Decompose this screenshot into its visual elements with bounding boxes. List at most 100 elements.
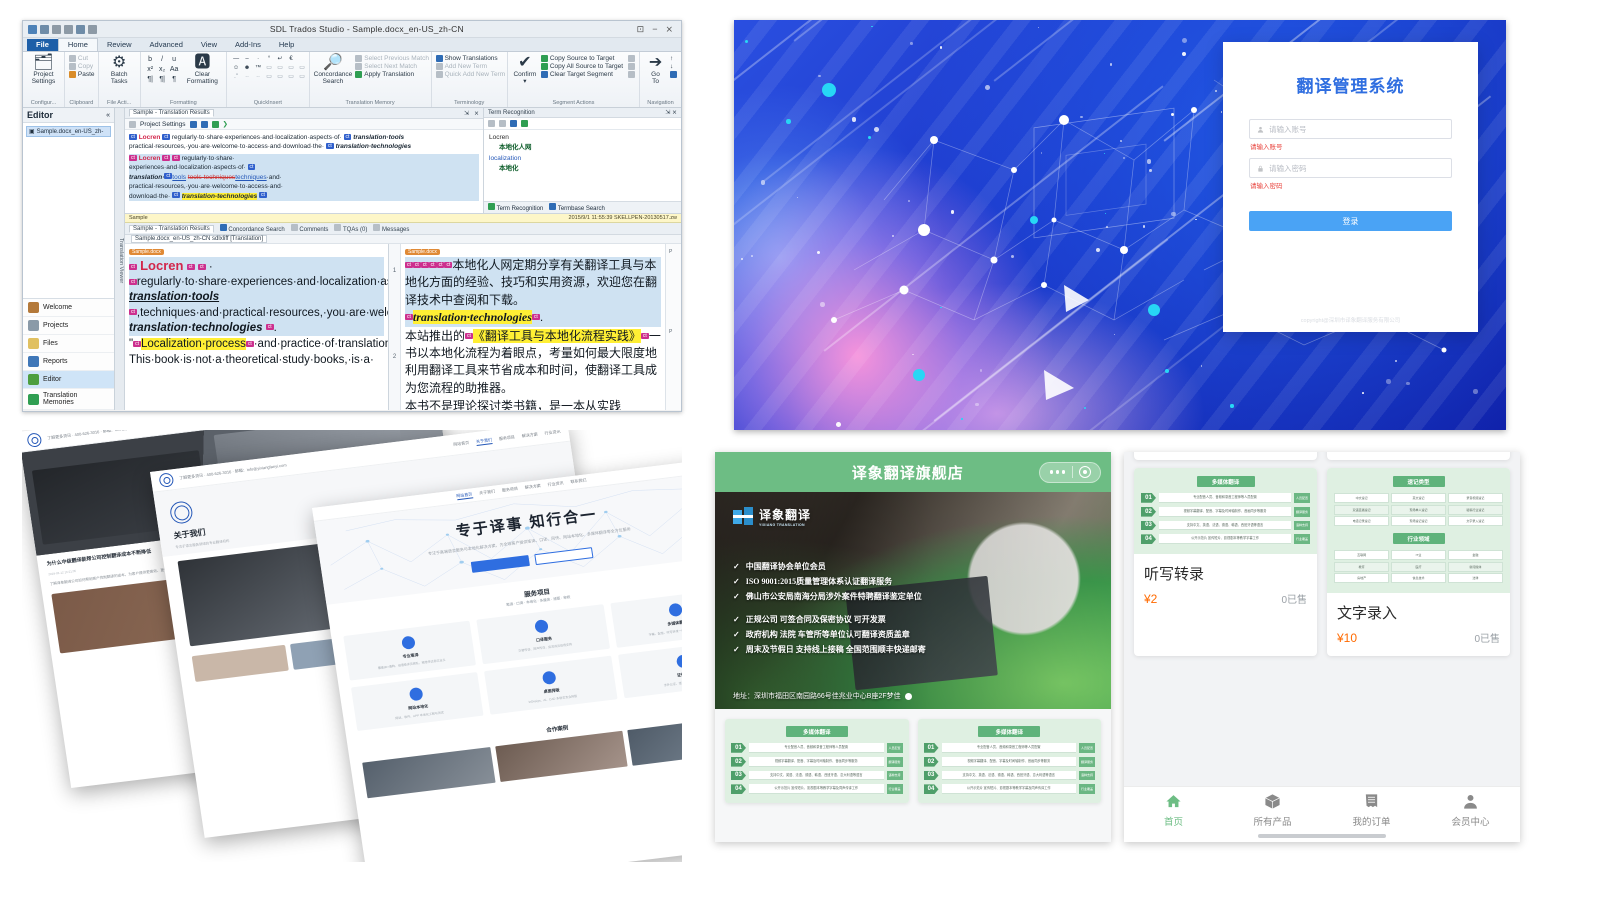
bold-button[interactable]: b (145, 55, 156, 64)
bottom-tab-bar[interactable]: 首页 所有产品 我的订单 会员中心 (1124, 786, 1520, 842)
show-whitespace-button[interactable]: ¶| (145, 75, 156, 84)
quick-add-new-term-button[interactable]: Quick Add New Term (436, 71, 506, 78)
term-add-icon[interactable] (521, 120, 528, 127)
italic-button[interactable]: / (157, 55, 168, 64)
app-menu-icon[interactable] (28, 25, 37, 34)
qi-dots1-icon[interactable]: ·· (242, 73, 252, 81)
redo-icon[interactable] (64, 25, 73, 34)
product-grid[interactable]: 多媒体翻译 01 专业配音人员、音频和录音工程师等人员配置 人员配置 02 视频… (1134, 468, 1510, 656)
service-card[interactable]: 口译服务 交替传译、同声传译，资深译员现场支持 (477, 604, 610, 664)
nav-bookmark-icon[interactable] (670, 71, 677, 78)
term-pin-icon[interactable]: ⇲ (665, 110, 670, 116)
source-segment-3[interactable]: This·book·is·not·a·theoretical·study·boo… (129, 353, 384, 368)
service-card[interactable]: 网站本地化 网站、软件、APP 本地化工程与测试 (351, 672, 484, 732)
batch-tasks-button[interactable]: ⚙ Batch Tasks (103, 55, 136, 86)
nav-down-icon[interactable]: ↓ (670, 63, 677, 70)
project-settings-button[interactable]: 🗂 Project Settings (27, 55, 60, 86)
tab-view[interactable]: View (192, 39, 226, 51)
term-next-icon[interactable] (499, 120, 506, 127)
more-dots-icon[interactable] (1043, 470, 1073, 474)
tab-termbase-search[interactable]: Termbase Search (549, 203, 605, 212)
file-tree-item[interactable]: ▣ Sample.docx_en-US_zh- (26, 126, 111, 137)
project-settings-link[interactable]: Project Settings (140, 121, 186, 128)
nav-link-about[interactable]: 关于我们 (479, 489, 496, 498)
product-card-partial[interactable]: ¥10 (1134, 452, 1317, 460)
tab-help[interactable]: Help (270, 39, 303, 51)
product-preview-row[interactable]: 多媒体翻译 01 专业配音人员、音频和录音工程师等人员配置 人员配置 02 视频… (715, 709, 1111, 813)
panel-close-icon[interactable]: ⨯ (474, 110, 479, 117)
target-segment-3[interactable]: 本书不是理论探讨类书籍，是一本从实践 (405, 398, 661, 410)
service-card[interactable]: 证件翻译 涉外公证、签证材料盖章认证翻译 (618, 639, 682, 699)
cut-button[interactable]: Cut (69, 55, 95, 62)
sidebar-item-welcome[interactable]: Welcome (23, 299, 114, 317)
qi-smiley-icon[interactable]: ☺ (231, 64, 241, 72)
customize-qat-icon[interactable] (88, 25, 97, 34)
nav-link-solutions[interactable]: 解决方案 (524, 483, 541, 492)
sidebar-item-reports[interactable]: Reports (23, 353, 114, 371)
confirm-button[interactable]: ✔ Confirm ▾ (512, 55, 538, 86)
ribbon-tab-bar[interactable]: File Home Review Advanced View Add-Ins H… (23, 38, 681, 52)
qi-quote-icon[interactable]: ." (231, 73, 241, 81)
results-next-icon[interactable]: ❯ (223, 120, 228, 128)
tab-my-orders[interactable]: 我的订单 (1322, 793, 1421, 828)
product-scroll-area[interactable]: ¥10 ¥10 多媒体翻译 01 (1124, 452, 1520, 786)
nav-link-services[interactable]: 服务项目 (502, 486, 519, 495)
tab-review[interactable]: Review (98, 39, 141, 51)
qi-box1-icon[interactable]: ▭ (264, 64, 274, 72)
source-segment-1[interactable]: ct Locren ct ct · ct regularly·to·share·e… (129, 257, 384, 336)
qi-euro-icon[interactable]: € (286, 55, 296, 63)
copy-source-to-target-button[interactable]: Copy Source to Target (541, 55, 623, 62)
results-apply-icon[interactable] (212, 121, 219, 128)
sidebar-item-projects[interactable]: Projects (23, 317, 114, 335)
sidebar-item-files[interactable]: Files (23, 335, 114, 353)
tab-concordance-search[interactable]: Concordance Search (220, 224, 285, 233)
product-card[interactable]: 多媒体翻译 01 专业配音人员、音频和录音工程师等人员配置 人员配置 02 视频… (725, 719, 909, 803)
qi-return-icon[interactable]: ↵ (275, 55, 285, 63)
target-segment-1[interactable]: ct ct ct ct ct ct 本地化人网定期分享有关翻译工具与本地化方面的经验、技巧和… (405, 257, 661, 327)
subscript-button[interactable]: x₂ (157, 65, 168, 74)
password-input[interactable]: 请输入密码 (1249, 158, 1452, 178)
login-button[interactable]: 登录 (1249, 211, 1452, 231)
window-controls[interactable]: ⊡ − ⨯ (637, 24, 676, 35)
select-next-match-button[interactable]: Select Next Match (355, 63, 429, 70)
tab-messages[interactable]: Messages (373, 224, 409, 233)
sidebar-item-translation-memories[interactable]: Translation Memories (23, 389, 114, 410)
nav-link-news[interactable]: 行业资讯 (547, 480, 564, 489)
product-card[interactable]: 多媒体翻译 01 专业配音人员、音频和录音工程师等人员配置 人员配置 02 视频… (918, 719, 1102, 803)
nav-link-solutions[interactable]: 解决方案 (521, 431, 538, 440)
nav-link-contact[interactable]: 联系我们 (570, 477, 587, 486)
nav-link-about[interactable]: 关于我们 (476, 437, 493, 446)
results-filter1-icon[interactable] (190, 121, 197, 128)
tab-home[interactable]: 首页 (1124, 793, 1223, 828)
pilcrow-button[interactable]: ¶ (169, 75, 180, 84)
service-card[interactable]: 桌面排版 InDesign、AI、CAD 多格式专业排版 (484, 655, 617, 715)
print-icon[interactable] (76, 25, 85, 34)
qi-dots2-icon[interactable]: ·· (253, 73, 263, 81)
tab-advanced[interactable]: Advanced (141, 39, 192, 51)
go-to-button[interactable]: ➔ Go To (644, 55, 667, 86)
target-column[interactable]: Sample.docx ct ct ct ct ct ct 本地化人网定期分享有关翻译工具与… (401, 244, 665, 410)
term-close-icon[interactable]: ⨯ (672, 110, 677, 116)
paste-button[interactable]: Paste (69, 71, 95, 78)
qi-box2-icon[interactable]: ▭ (275, 64, 285, 72)
qi-middot-icon[interactable]: · (253, 55, 263, 63)
sidebar-collapse-icon[interactable]: « (106, 112, 110, 119)
show-tags-button[interactable]: ¶| (157, 75, 168, 84)
minimize-icon[interactable]: − (652, 24, 657, 35)
tab-translation-results-bottom[interactable]: Sample - Translation Results (129, 225, 214, 233)
nav-link-services[interactable]: 服务项目 (498, 434, 515, 443)
tab-all-products[interactable]: 所有产品 (1223, 793, 1322, 828)
nav-up-icon[interactable]: ↑ (670, 55, 677, 62)
translation-viewer-vertical-tab[interactable]: Translation Viewer (115, 108, 125, 410)
merge-icon[interactable] (628, 71, 635, 78)
sidebar-nav-list[interactable]: Welcome Projects Files Reports Editor Tr… (23, 299, 114, 410)
product-card-typing[interactable]: 速记类型 中文速记 英文速记 录音视频速记 双语直播速记 现场单人速记 验稿行业… (1327, 468, 1510, 656)
term-entry[interactable]: Locren 本地化人网 (489, 133, 676, 154)
product-card-dictation[interactable]: 多媒体翻译 01 专业配音人员、音频和录音工程师等人员配置 人员配置 02 视频… (1134, 468, 1317, 656)
mockup-home-page[interactable]: 网站首页 关于我们 服务项目 解决方案 行业资讯 联系我们 专于译事 知行合一 … (312, 457, 682, 862)
split-icon[interactable] (628, 63, 635, 70)
tab-term-recognition[interactable]: Term Recognition (488, 203, 543, 212)
wechat-capsule[interactable] (1039, 462, 1102, 483)
select-previous-match-button[interactable]: Select Previous Match (355, 55, 429, 62)
change-case-button[interactable]: Aa (169, 65, 180, 74)
